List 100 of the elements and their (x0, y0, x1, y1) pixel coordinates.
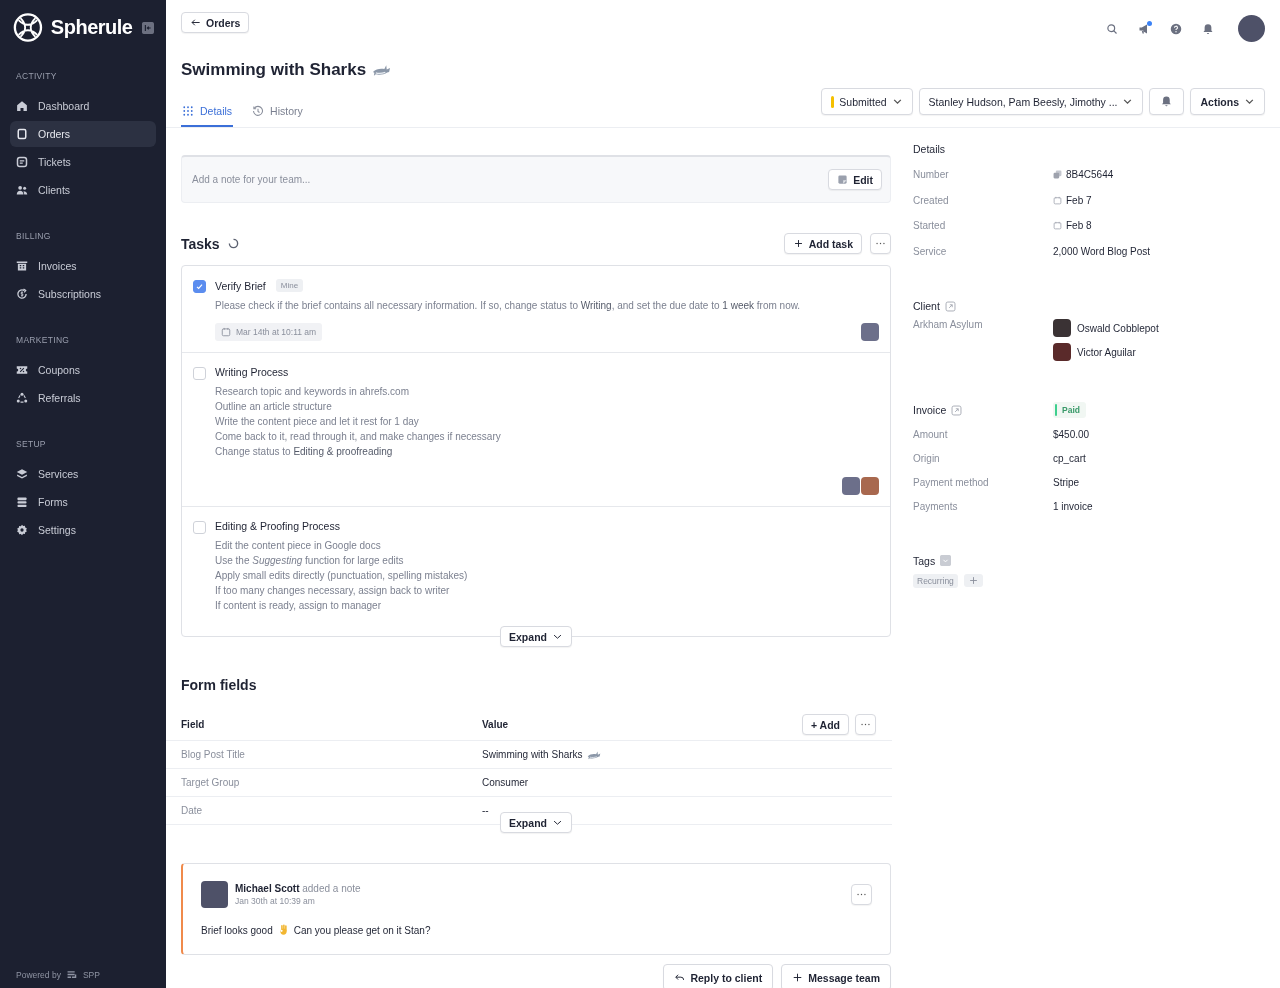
powered-by-label: Powered by (16, 970, 61, 980)
task-badge: Mine (275, 279, 304, 292)
tag-menu-icon[interactable] (940, 555, 952, 567)
panel-heading: Client (913, 300, 940, 313)
contact-avatar (1053, 343, 1071, 362)
task-description: Write the content piece and let it rest for 1 day (215, 415, 420, 429)
dollar-cycle-icon (16, 288, 28, 300)
logo-icon (13, 12, 43, 43)
detail-label: Number (913, 169, 950, 181)
detail-value: 2,000 Word Blog Post (1053, 246, 1151, 258)
forms-icon (16, 496, 28, 508)
collapse-sidebar-icon[interactable] (142, 21, 154, 34)
contact-name: Victor Aguilar (1077, 346, 1136, 358)
help-icon[interactable] (1170, 22, 1182, 35)
note-text: Brief looks good (201, 924, 273, 936)
calendar-icon (1053, 195, 1062, 205)
user-avatar[interactable] (1238, 15, 1265, 42)
plus-icon (968, 575, 978, 585)
calendar-icon (221, 327, 231, 337)
panel-heading: Details (913, 143, 947, 155)
calendar-icon (1053, 221, 1062, 231)
sidebar-item[interactable]: Services (10, 461, 156, 487)
invoice-value: $450.00 (1053, 429, 1090, 441)
checkbox[interactable] (193, 367, 206, 380)
column-header: Field (181, 719, 206, 730)
assignees-dropdown[interactable]: Stanley Hudson, Pam Beesly, Jimothy ... (918, 88, 1144, 115)
bell-icon[interactable] (1202, 22, 1214, 35)
sidebar-item[interactable]: Settings (10, 517, 156, 543)
author-avatar (201, 881, 228, 908)
note-author-line: Michael Scott added a note (235, 883, 361, 894)
panel-heading: Invoice (913, 404, 947, 417)
task-description: Outline an article structure (215, 400, 333, 414)
brand-name: Spherule (50, 16, 133, 39)
tag: Recurring (913, 573, 958, 588)
section-heading: SETUP (16, 439, 47, 449)
sidebar-item[interactable]: Coupons (10, 357, 156, 383)
checkbox[interactable] (193, 280, 206, 293)
assignee-avatar (861, 477, 879, 495)
add-field-button[interactable]: + Add (801, 714, 849, 735)
checkbox[interactable] (193, 521, 206, 534)
settings-icon (16, 524, 28, 536)
search-icon[interactable] (1106, 22, 1118, 35)
sidebar-item[interactable]: Tickets (10, 149, 156, 175)
invoice-label: Amount (913, 429, 949, 441)
actions-dropdown[interactable]: Actions (1190, 88, 1265, 115)
message-button[interactable]: Message team (781, 964, 891, 988)
note-input[interactable]: Add a note for your team... Edit (181, 155, 891, 203)
add-tag-button[interactable] (963, 573, 983, 587)
sidebar-item[interactable]: Invoices (10, 253, 156, 279)
check-icon (195, 282, 204, 291)
task-description: Change status to Editing & proofreading (215, 445, 394, 459)
users-icon (16, 184, 28, 196)
external-link-icon[interactable] (944, 300, 956, 312)
edit-button[interactable]: Edit (828, 169, 882, 190)
task-title: Verify Brief (215, 279, 266, 292)
expand-button[interactable]: Expand (500, 626, 572, 647)
expand-button[interactable]: Expand (500, 812, 572, 833)
sidebar-item[interactable]: Orders (10, 121, 156, 147)
invoice-value: cp_cart (1053, 453, 1086, 465)
task-description: If content is ready, assign to manager (215, 599, 382, 613)
grid-icon (182, 105, 194, 117)
sidebar-item[interactable]: Forms (10, 489, 156, 515)
task-description: Use the Suggesting function for large edits (215, 554, 405, 568)
plus-icon (792, 238, 804, 249)
document-icon (16, 128, 28, 140)
contact-name: Oswald Cobblepot (1077, 322, 1159, 334)
megaphone-icon[interactable] (1138, 22, 1150, 35)
tab[interactable]: History (251, 105, 304, 127)
section-title: Tasks (181, 235, 220, 252)
note-icon (837, 174, 849, 185)
back-button[interactable]: Orders (181, 12, 250, 33)
field-value: -- (482, 805, 489, 816)
invoice-icon (16, 260, 28, 272)
tab[interactable]: Details (181, 105, 234, 127)
sidebar-item[interactable]: Dashboard (10, 93, 156, 119)
invoice-label: Payment method (913, 477, 990, 489)
loading-spinner-icon (227, 238, 239, 249)
arrow-left-icon (190, 17, 201, 28)
add-task-button[interactable]: Add task (783, 233, 862, 254)
detail-label: Started (913, 220, 947, 232)
sidebar-item[interactable]: Clients (10, 177, 156, 203)
invoice-label: Origin (913, 453, 941, 465)
note-time: Jan 30th at 10:39 am (235, 896, 316, 906)
bell-icon[interactable] (1149, 88, 1185, 115)
history-icon (252, 105, 265, 117)
home-icon (16, 100, 28, 112)
plus-icon (792, 972, 804, 983)
sidebar-item[interactable]: Subscriptions (10, 281, 156, 307)
external-link-icon[interactable] (951, 404, 963, 416)
reply-button[interactable]: Reply to client (663, 964, 774, 988)
status-dropdown[interactable]: Submitted (821, 88, 913, 115)
task-description: Apply small edits directly (punctuation, spelling mistakes) (215, 569, 469, 583)
detail-value: 8B4C5644 (1066, 169, 1114, 181)
field-value: Consumer (482, 777, 529, 788)
page-title: Swimming with Sharks (181, 60, 367, 80)
section-heading: MARKETING (16, 335, 71, 345)
due-date: Mar 14th at 10:11 am (215, 323, 323, 341)
coupon-icon (16, 364, 28, 376)
sidebar-item[interactable]: Referrals (10, 385, 156, 411)
panel-heading: Tags (913, 554, 936, 567)
